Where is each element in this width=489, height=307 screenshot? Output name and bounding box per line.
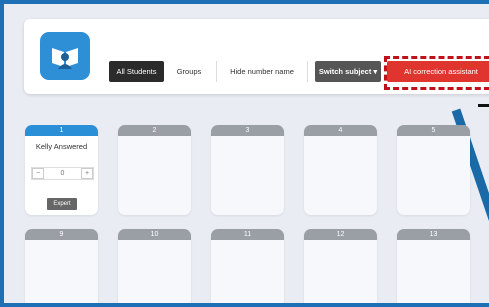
card-number: 4 xyxy=(304,125,377,136)
student-card[interactable]: 13 xyxy=(397,229,470,303)
card-number: 5 xyxy=(397,125,470,136)
student-card[interactable]: 9 xyxy=(25,229,98,303)
card-number: 9 xyxy=(25,229,98,240)
decrement-button[interactable]: − xyxy=(32,168,44,179)
card-number: 3 xyxy=(211,125,284,136)
card-number: 2 xyxy=(118,125,191,136)
expert-button[interactable]: Expert xyxy=(47,198,77,210)
score-stepper[interactable]: − 0 + xyxy=(31,167,94,180)
increment-button[interactable]: + xyxy=(81,168,93,179)
card-number: 10 xyxy=(118,229,191,240)
switch-subject-dropdown[interactable]: Switch subject ▾ xyxy=(315,61,381,82)
student-card[interactable]: 4 xyxy=(304,125,377,215)
card-number: 13 xyxy=(397,229,470,240)
card-number: 11 xyxy=(211,229,284,240)
app-logo xyxy=(40,32,90,80)
app-frame: All Students Groups Hide number name Swi… xyxy=(0,0,489,307)
card-number: 12 xyxy=(304,229,377,240)
student-card[interactable]: 11 xyxy=(211,229,284,303)
student-card[interactable]: 3 xyxy=(211,125,284,215)
student-card[interactable]: 2 xyxy=(118,125,191,215)
top-toolbar: All Students Groups Hide number name Swi… xyxy=(24,19,489,94)
groups-button[interactable]: Groups xyxy=(169,61,209,82)
book-reader-icon xyxy=(52,48,78,69)
student-card-1[interactable]: 1 Kelly Answered − 0 + Expert xyxy=(25,125,98,215)
card-number: 1 xyxy=(25,125,98,136)
all-students-button[interactable]: All Students xyxy=(109,61,164,82)
student-card[interactable]: 5 xyxy=(397,125,470,215)
student-card[interactable]: 10 xyxy=(118,229,191,303)
student-card[interactable]: 12 xyxy=(304,229,377,303)
student-name: Kelly Answered xyxy=(35,142,88,151)
ai-correction-assistant-button[interactable]: AI correction assistant xyxy=(387,61,489,82)
stepper-value: 0 xyxy=(60,170,65,177)
hide-number-name-button[interactable]: Hide number name xyxy=(216,61,308,82)
